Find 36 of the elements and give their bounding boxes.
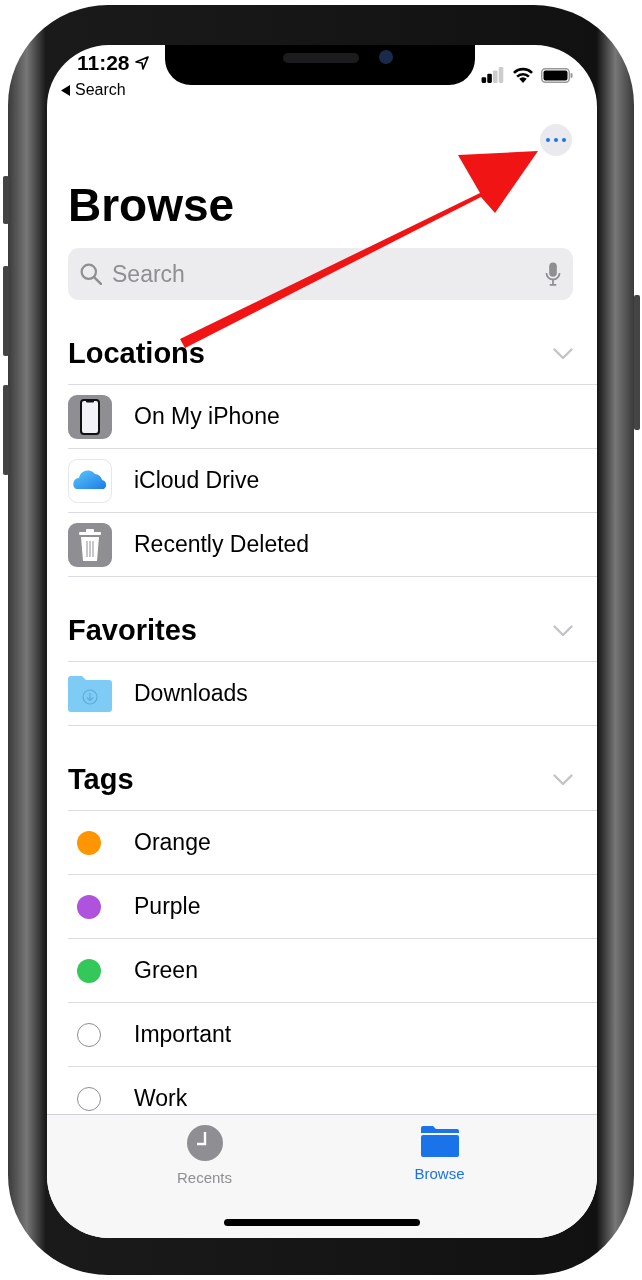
list-item[interactable]: On My iPhone (134, 403, 280, 430)
trash-icon (68, 522, 112, 567)
status-time: 11:28 (77, 51, 130, 75)
chevron-icon[interactable] (553, 625, 573, 637)
search-icon (80, 263, 102, 285)
more-button[interactable] (540, 124, 572, 156)
folder-icon (420, 1125, 459, 1157)
folder-icon (68, 675, 112, 712)
wifi-icon (512, 67, 534, 83)
tab[interactable]: Browse (379, 1125, 500, 1182)
chevron-icon[interactable] (553, 348, 573, 360)
section-heading: Tags (68, 763, 134, 796)
list-item[interactable]: Recently Deleted (134, 531, 310, 558)
search-input[interactable]: Search (110, 259, 537, 289)
location-arrow-icon (134, 56, 149, 70)
signal-icon (481, 67, 505, 83)
chevron-icon[interactable] (553, 774, 573, 786)
section-heading: Locations (68, 337, 205, 370)
list-item[interactable]: Orange (134, 829, 211, 856)
phone-icon (68, 394, 112, 439)
back-link[interactable]: Search (61, 81, 149, 99)
list-item[interactable]: Purple (134, 893, 201, 920)
clock-icon (186, 1125, 223, 1161)
search-field[interactable]: Search (68, 248, 573, 300)
battery-icon (541, 67, 573, 83)
ellipsis-icon (546, 138, 566, 142)
list-item[interactable]: Green (134, 957, 198, 984)
microphone-icon (545, 262, 561, 286)
list-item[interactable]: Important (134, 1021, 232, 1048)
page-title: Browse (68, 178, 236, 232)
cloud-icon (68, 458, 112, 503)
list-item[interactable]: Work (134, 1085, 188, 1112)
back-triangle-icon (61, 84, 70, 96)
section-heading: Favorites (68, 614, 197, 647)
list-item[interactable]: iCloud Drive (134, 467, 260, 494)
list-item[interactable]: Downloads (134, 680, 248, 707)
